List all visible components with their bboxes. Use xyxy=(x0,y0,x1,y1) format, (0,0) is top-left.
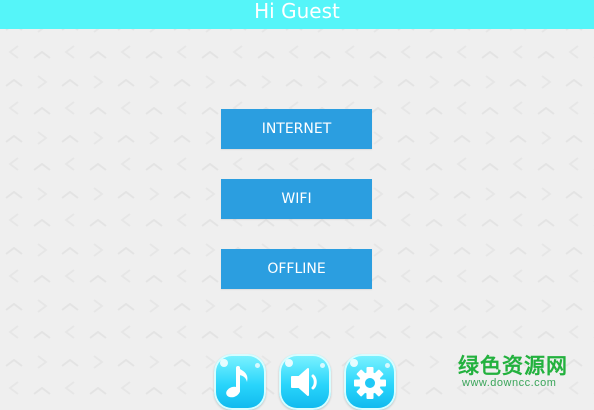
offline-button[interactable]: OFFLINE xyxy=(221,249,372,289)
music-toggle-button[interactable] xyxy=(214,354,266,410)
watermark-url: www.downcc.com xyxy=(462,377,557,389)
gear-icon xyxy=(354,367,386,399)
greeting-title: Hi Guest xyxy=(254,0,340,23)
wifi-button[interactable]: WIFI xyxy=(221,179,372,219)
sound-toggle-button[interactable] xyxy=(279,354,331,410)
music-note-icon xyxy=(226,366,248,398)
settings-button[interactable] xyxy=(344,354,396,410)
top-banner: Hi Guest xyxy=(0,0,594,29)
site-watermark: 绿色资源网 www.downcc.com xyxy=(456,350,588,392)
speaker-icon xyxy=(291,368,317,396)
internet-button[interactable]: INTERNET xyxy=(221,109,372,149)
watermark-title: 绿色资源网 xyxy=(458,354,568,378)
